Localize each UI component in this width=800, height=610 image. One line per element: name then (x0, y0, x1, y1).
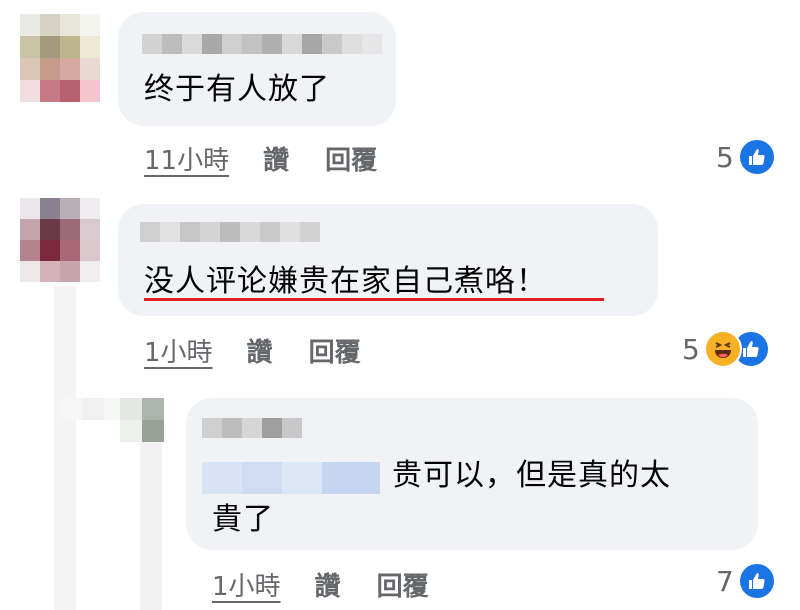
haha-icon (703, 330, 742, 368)
reaction-count: 5 (682, 332, 700, 366)
reply-button[interactable]: 回覆 (325, 140, 377, 177)
reply-text-line2: 貴了 (212, 502, 274, 537)
reply-button[interactable]: 回覆 (309, 332, 361, 369)
reply-actions: 1小時 讚 回覆 (212, 566, 429, 603)
comment-timestamp[interactable]: 1小時 (144, 332, 213, 369)
commenter-name-blurred[interactable] (142, 34, 382, 54)
commenter-name-blurred[interactable] (140, 222, 320, 242)
reply-thread-line (140, 440, 162, 610)
like-button[interactable]: 讚 (315, 566, 341, 603)
comment-timestamp[interactable]: 11小時 (144, 140, 229, 177)
avatar[interactable] (120, 398, 164, 442)
comment-actions: 11小時 讚 回覆 (144, 140, 377, 177)
reaction-count: 7 (716, 564, 734, 598)
like-icon (737, 138, 776, 176)
like-icon (737, 562, 776, 600)
reaction-summary[interactable]: 7 (716, 562, 776, 600)
red-underline-annotation (144, 298, 604, 301)
avatar[interactable] (20, 198, 100, 282)
avatar[interactable] (20, 14, 100, 102)
replier-name-blurred[interactable] (202, 418, 302, 438)
reaction-summary[interactable]: 5 (716, 138, 776, 176)
like-button[interactable]: 讚 (247, 332, 273, 369)
reply-timestamp[interactable]: 1小時 (212, 566, 281, 603)
mention-tag-blurred[interactable] (202, 462, 380, 494)
comment-text: 没人评论嫌贵在家自己煮咯！ (144, 264, 547, 299)
reaction-summary[interactable]: 5 (682, 330, 770, 368)
reply-button[interactable]: 回覆 (377, 566, 429, 603)
comment-text: 终于有人放了 (144, 72, 330, 107)
thread-line (54, 286, 76, 610)
reaction-count: 5 (716, 140, 734, 174)
reply-text-line1: 贵可以，但是真的太 (392, 458, 671, 493)
reply-connector (60, 398, 126, 420)
comment-actions: 1小時 讚 回覆 (144, 332, 361, 369)
like-button[interactable]: 讚 (263, 140, 289, 177)
